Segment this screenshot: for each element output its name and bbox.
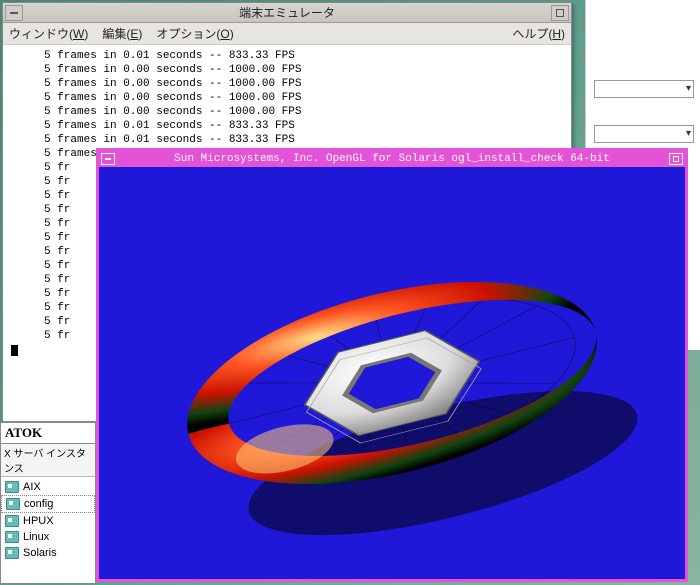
window-menu-button[interactable] — [101, 153, 115, 165]
atok-panel: ATOK X サーバ インスタンス AIX config HPUX Linux Sola… — [0, 422, 96, 584]
menu-window[interactable]: ウィンドウ(W) — [9, 25, 88, 42]
list-item[interactable]: HPUX — [1, 513, 95, 529]
list-item-label: HPUX — [23, 515, 54, 527]
list-item[interactable]: config — [1, 495, 95, 513]
server-icon — [5, 531, 19, 543]
square-icon — [673, 156, 679, 162]
opengl-title: Sun Microsystems, Inc. OpenGL for Solari… — [117, 153, 667, 165]
atok-title: ATOK — [1, 423, 95, 444]
server-icon — [6, 498, 20, 510]
terminal-title: 端末エミュレータ — [25, 4, 549, 21]
opengl-canvas — [99, 167, 685, 579]
maximize-button[interactable] — [551, 5, 569, 21]
list-item[interactable]: AIX — [1, 479, 95, 495]
server-icon — [5, 515, 19, 527]
maximize-button[interactable] — [669, 153, 683, 165]
list-item[interactable]: Linux — [1, 529, 95, 545]
chevron-down-icon: ▾ — [686, 83, 691, 94]
dash-icon — [10, 12, 18, 14]
list-item[interactable]: Solaris — [1, 545, 95, 561]
torus-render — [112, 173, 672, 573]
terminal-titlebar[interactable]: 端末エミュレータ — [3, 3, 571, 23]
dropdown-1[interactable]: ▾ — [594, 80, 694, 98]
terminal-menubar: ウィンドウ(W) 編集(E) オプション(O) ヘルプ(H) — [3, 23, 571, 45]
cursor — [11, 345, 18, 356]
server-icon — [5, 481, 19, 493]
chevron-down-icon: ▾ — [686, 128, 691, 139]
menu-option[interactable]: オプション(O) — [156, 25, 233, 42]
atok-subtitle: X サーバ インスタンス — [1, 444, 95, 477]
square-icon — [556, 9, 564, 17]
menu-edit[interactable]: 編集(E) — [102, 25, 142, 42]
dash-icon — [105, 158, 111, 160]
list-item-label: Solaris — [23, 547, 57, 559]
list-item-label: config — [24, 498, 53, 510]
server-instance-list: AIX config HPUX Linux Solaris — [1, 477, 95, 563]
list-item-label: Linux — [23, 531, 49, 543]
menu-help[interactable]: ヘルプ(H) — [512, 25, 565, 42]
opengl-window: Sun Microsystems, Inc. OpenGL for Solari… — [96, 148, 688, 582]
server-icon — [5, 547, 19, 559]
list-item-label: AIX — [23, 481, 41, 493]
opengl-titlebar[interactable]: Sun Microsystems, Inc. OpenGL for Solari… — [99, 151, 685, 167]
dropdown-2[interactable]: ▾ — [594, 125, 694, 143]
window-menu-button[interactable] — [5, 5, 23, 21]
